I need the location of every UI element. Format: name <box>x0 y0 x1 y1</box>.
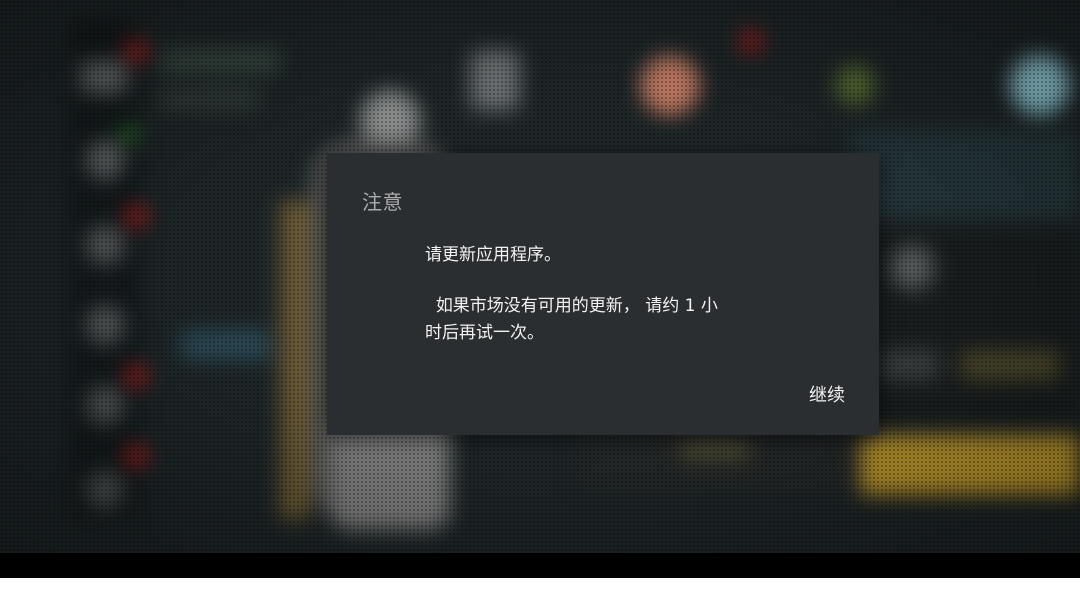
continue-button[interactable]: 继续 <box>799 377 855 411</box>
dialog-message-update: 请更新应用程序。 <box>425 245 561 265</box>
screen: 注意 请更新应用程序。 如果市场没有可用的更新， 请约 1 小时后再试一次。 继… <box>0 0 1080 606</box>
bottom-blank-area <box>0 578 1080 606</box>
dialog-title: 注意 <box>362 190 403 214</box>
system-navigation-bar <box>0 553 1080 578</box>
dialog-message-retry: 如果市场没有可用的更新， 请约 1 小时后再试一次。 <box>425 296 718 343</box>
update-alert-dialog: 注意 请更新应用程序。 如果市场没有可用的更新， 请约 1 小时后再试一次。 继… <box>327 153 879 435</box>
